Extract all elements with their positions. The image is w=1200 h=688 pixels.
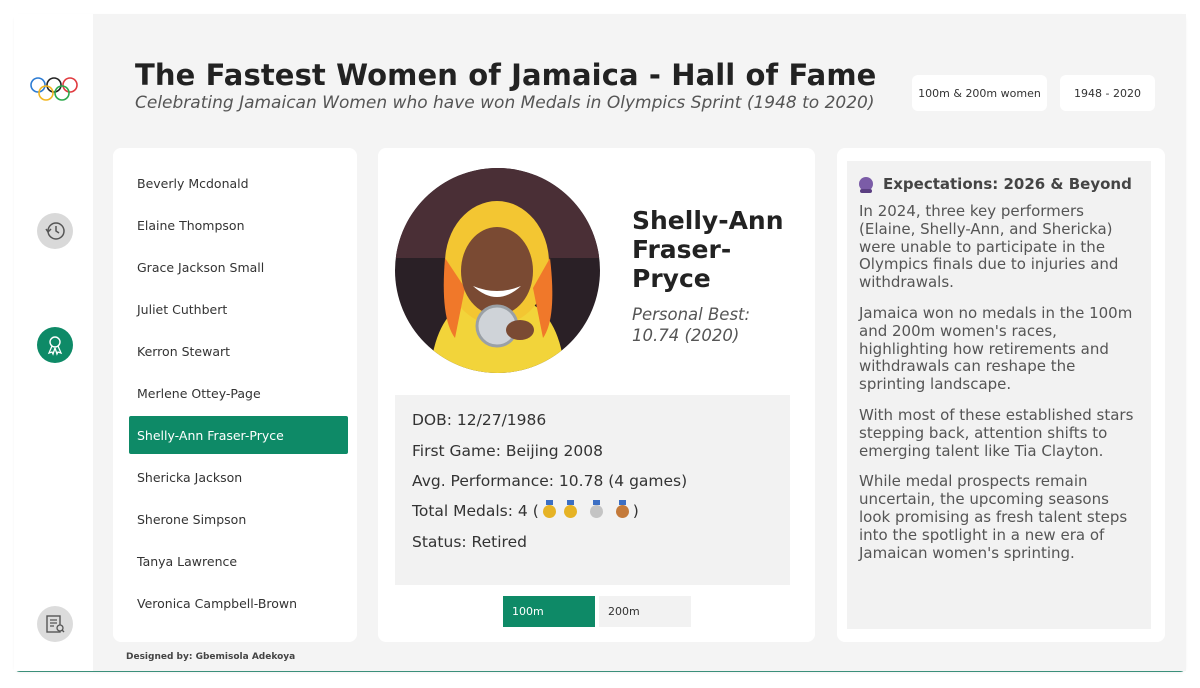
silver-medal-icon [589, 499, 603, 518]
page-title: The Fastest Women of Jamaica - Hall of F… [135, 58, 877, 92]
report-button[interactable] [37, 606, 73, 642]
page-subtitle: Celebrating Jamaican Women who have won … [135, 93, 875, 113]
athlete-item[interactable]: Juliet Cuthbert [129, 290, 348, 328]
athlete-item[interactable]: Kerron Stewart [129, 332, 348, 370]
tab-100m[interactable]: 100m [503, 596, 595, 627]
medal-icon [47, 336, 63, 356]
athlete-item[interactable]: Merlene Ottey-Page [129, 374, 348, 412]
history-icon [45, 222, 65, 240]
expectations-paragraph: While medal prospects remain uncertain, … [859, 472, 1128, 562]
expectations-paragraph: In 2024, three key performers (Elaine, S… [859, 202, 1119, 292]
medal-button[interactable] [37, 327, 73, 363]
athlete-item[interactable]: Veronica Campbell-Brown [129, 584, 348, 622]
athlete-item[interactable]: Sherone Simpson [129, 500, 348, 538]
athlete-photo [395, 168, 600, 373]
first-game-text: First Game: Beijing 2008 [412, 442, 603, 460]
dob-text: DOB: 12/27/1986 [412, 411, 547, 429]
athlete-item[interactable]: Tanya Lawrence [129, 542, 348, 580]
total-medals-label: Total Medals: 4 ( [412, 502, 539, 520]
gold-medal-icon [542, 499, 556, 518]
expectations-card: Expectations: 2026 & Beyond In 2024, thr… [837, 148, 1165, 642]
crystal-ball-icon [859, 177, 873, 193]
expectations-paragraph: With most of these established stars ste… [859, 405, 1134, 460]
athlete-item[interactable]: Grace Jackson Small [129, 248, 348, 286]
total-medals-close: ) [632, 502, 639, 520]
total-medals-row: Total Medals: 4 ( ) [412, 499, 639, 520]
history-button[interactable] [37, 213, 73, 249]
bronze-medal-icon [615, 499, 629, 518]
athlete-list: Beverly Mcdonald Elaine Thompson Grace J… [113, 148, 357, 642]
athlete-info-panel: DOB: 12/27/1986 First Game: Beijing 2008… [395, 395, 790, 585]
athlete-profile-card: Shelly-Ann Fraser-Pryce Personal Best: 1… [378, 148, 815, 642]
personal-best: Personal Best: 10.74 (2020) [632, 305, 751, 345]
expectations-paragraph: Jamaica won no medals in the 100m and 20… [859, 303, 1133, 394]
filter-chip-years[interactable]: 1948 - 2020 [1060, 75, 1155, 111]
olympic-rings-icon [30, 77, 78, 101]
athlete-item[interactable]: Beverly Mcdonald [129, 164, 348, 202]
athlete-item[interactable]: Elaine Thompson [129, 206, 348, 244]
status-text: Status: Retired [412, 533, 527, 551]
avg-performance-text: Avg. Performance: 10.78 (4 games) [412, 472, 688, 490]
designer-credit: Designed by: Gbemisola Adekoya [126, 652, 296, 662]
athlete-name: Shelly-Ann Fraser-Pryce [632, 206, 784, 293]
expectations-heading: Expectations: 2026 & Beyond [883, 175, 1132, 193]
expectations-heading-row: Expectations: 2026 & Beyond [859, 175, 1139, 193]
athlete-item-selected[interactable]: Shelly-Ann Fraser-Pryce [129, 416, 348, 454]
filter-chip-events[interactable]: 100m & 200m women [912, 75, 1047, 111]
tab-200m[interactable]: 200m [599, 596, 691, 627]
expectations-panel: Expectations: 2026 & Beyond In 2024, thr… [847, 161, 1151, 629]
report-icon [46, 615, 65, 633]
athlete-item[interactable]: Shericka Jackson [129, 458, 348, 496]
gold-medal-icon [563, 499, 577, 518]
